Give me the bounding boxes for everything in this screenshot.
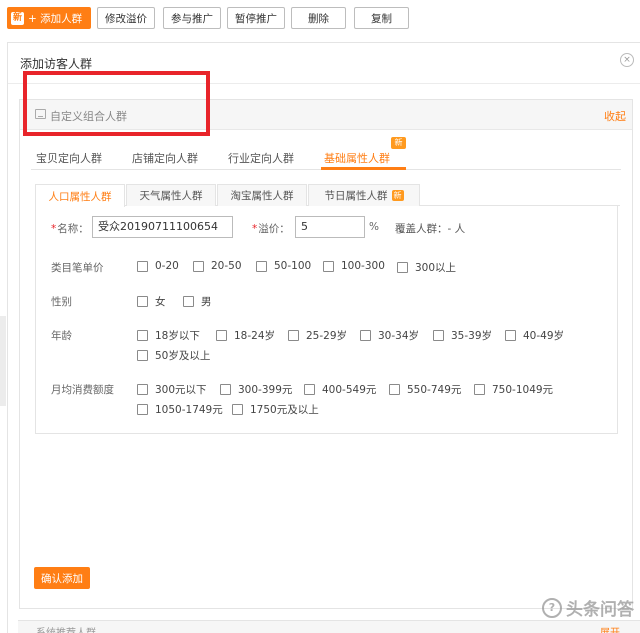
spend-option[interactable]: 1750元及以上 — [232, 402, 319, 417]
spend-option[interactable]: 1050-1749元 — [137, 402, 223, 417]
gender-option-male[interactable]: 男 — [183, 294, 212, 309]
pause-promotion-button[interactable]: 暂停推广 — [227, 7, 285, 29]
watermark-logo-icon: ? — [542, 597, 562, 618]
custom-audience-section: 自定义组合人群 收起 宝贝定向人群 店铺定向人群 行业定向人群 基础属性人群 新… — [19, 99, 633, 609]
coverage-value: - 人 — [447, 223, 466, 235]
checkbox[interactable] — [137, 404, 148, 415]
new-badge: 新 — [391, 190, 404, 201]
gender-option-female[interactable]: 女 — [137, 294, 166, 309]
checkbox[interactable] — [433, 330, 444, 341]
attribute-subtabs: 人口属性人群 天气属性人群 淘宝属性人群 节日属性人群 新 — [35, 184, 620, 207]
coverage-label: 覆盖人群：- 人 — [395, 223, 466, 235]
system-recommended-section: 系统推荐人群 展开 — [18, 620, 640, 633]
category-option[interactable]: 0-20 — [137, 260, 179, 272]
checkbox[interactable] — [397, 262, 408, 273]
panel-title: 添加访客人群 — [20, 57, 93, 71]
modify-premium-button[interactable]: 修改溢价 — [97, 7, 155, 29]
premium-unit: % — [369, 221, 379, 233]
checkbox[interactable] — [216, 330, 227, 341]
gender-label: 性别 — [51, 296, 72, 308]
add-audience-button[interactable]: 新 + 添加人群 — [7, 7, 91, 29]
checkbox[interactable] — [137, 296, 148, 307]
left-edge-strip — [0, 316, 6, 406]
checkbox[interactable] — [288, 330, 299, 341]
system-recommended-label: 系统推荐人群 — [36, 624, 96, 633]
spend-option[interactable]: 400-549元 — [304, 382, 376, 397]
audience-type-tabs: 宝贝定向人群 店铺定向人群 行业定向人群 基础属性人群 新 — [31, 137, 621, 170]
active-tab-underline — [321, 167, 406, 170]
copy-button[interactable]: 复制 — [354, 7, 409, 29]
spend-option[interactable]: 550-749元 — [389, 382, 461, 397]
expand-link[interactable]: 展开 — [600, 624, 620, 633]
age-option[interactable]: 50岁及以上 — [137, 348, 210, 363]
add-audience-label: + 添加人群 — [28, 12, 83, 25]
premium-input[interactable]: 5 — [295, 216, 365, 238]
category-option[interactable]: 50-100 — [256, 260, 311, 272]
watermark: ? 头条问答 — [542, 595, 634, 620]
tab-item-targeting[interactable]: 宝贝定向人群 — [36, 150, 102, 166]
checkbox[interactable] — [137, 330, 148, 341]
watermark-text: 头条问答 — [566, 600, 634, 620]
highlight-box — [23, 71, 210, 136]
checkbox[interactable] — [256, 260, 267, 272]
checkbox[interactable] — [137, 350, 148, 361]
delete-button[interactable]: 删除 — [291, 7, 346, 29]
checkbox[interactable] — [304, 384, 315, 395]
join-promotion-button[interactable]: 参与推广 — [163, 7, 221, 29]
tab-shop-targeting[interactable]: 店铺定向人群 — [132, 150, 198, 166]
confirm-add-button[interactable]: 确认添加 — [34, 567, 90, 589]
age-option[interactable]: 30-34岁 — [360, 328, 419, 343]
premium-label: *溢价： — [252, 223, 290, 235]
spend-option[interactable]: 750-1049元 — [474, 382, 553, 397]
age-option[interactable]: 40-49岁 — [505, 328, 564, 343]
spend-option[interactable]: 300-399元 — [220, 382, 292, 397]
checkbox[interactable] — [360, 330, 371, 341]
checkbox[interactable] — [389, 384, 400, 395]
spend-option[interactable]: 300元以下 — [137, 382, 207, 397]
age-option[interactable]: 18-24岁 — [216, 328, 275, 343]
age-label: 年龄 — [51, 330, 72, 342]
tab-industry-targeting[interactable]: 行业定向人群 — [228, 150, 294, 166]
close-icon[interactable]: × — [620, 53, 634, 67]
checkbox[interactable] — [323, 260, 334, 272]
age-option[interactable]: 35-39岁 — [433, 328, 492, 343]
category-option[interactable]: 300以上 — [397, 260, 456, 275]
demographics-form: *名称： 受众20190711100654 *溢价： 5 % 覆盖人群：- 人 … — [35, 206, 618, 434]
collapse-link[interactable]: 收起 — [604, 108, 626, 124]
name-input[interactable]: 受众20190711100654 — [92, 216, 233, 238]
checkbox[interactable] — [193, 260, 204, 272]
checkbox[interactable] — [474, 384, 485, 395]
tab-basic-attributes[interactable]: 基础属性人群 — [324, 150, 390, 166]
checkbox[interactable] — [137, 384, 148, 395]
category-option[interactable]: 20-50 — [193, 260, 242, 272]
checkbox[interactable] — [137, 260, 148, 272]
age-option[interactable]: 25-29岁 — [288, 328, 347, 343]
tab-demographics[interactable]: 人口属性人群 — [35, 184, 125, 207]
checkbox[interactable] — [505, 330, 516, 341]
new-badge: 新 — [391, 137, 406, 149]
tab-holiday-label: 节日属性人群 — [324, 190, 388, 202]
tab-holiday[interactable]: 节日属性人群 新 — [308, 184, 420, 206]
name-label: *名称： — [51, 223, 89, 235]
checkbox[interactable] — [183, 296, 194, 307]
checkbox[interactable] — [220, 384, 231, 395]
category-price-label: 类目笔单价 — [51, 262, 104, 274]
tab-taobao-attributes[interactable]: 淘宝属性人群 — [217, 184, 307, 206]
category-option[interactable]: 100-300 — [323, 260, 385, 272]
checkbox[interactable] — [232, 404, 243, 415]
new-badge: 新 — [11, 11, 24, 25]
tab-weather[interactable]: 天气属性人群 — [126, 184, 216, 206]
monthly-spend-label: 月均消费额度 — [51, 384, 114, 396]
age-option[interactable]: 18岁以下 — [137, 328, 200, 343]
